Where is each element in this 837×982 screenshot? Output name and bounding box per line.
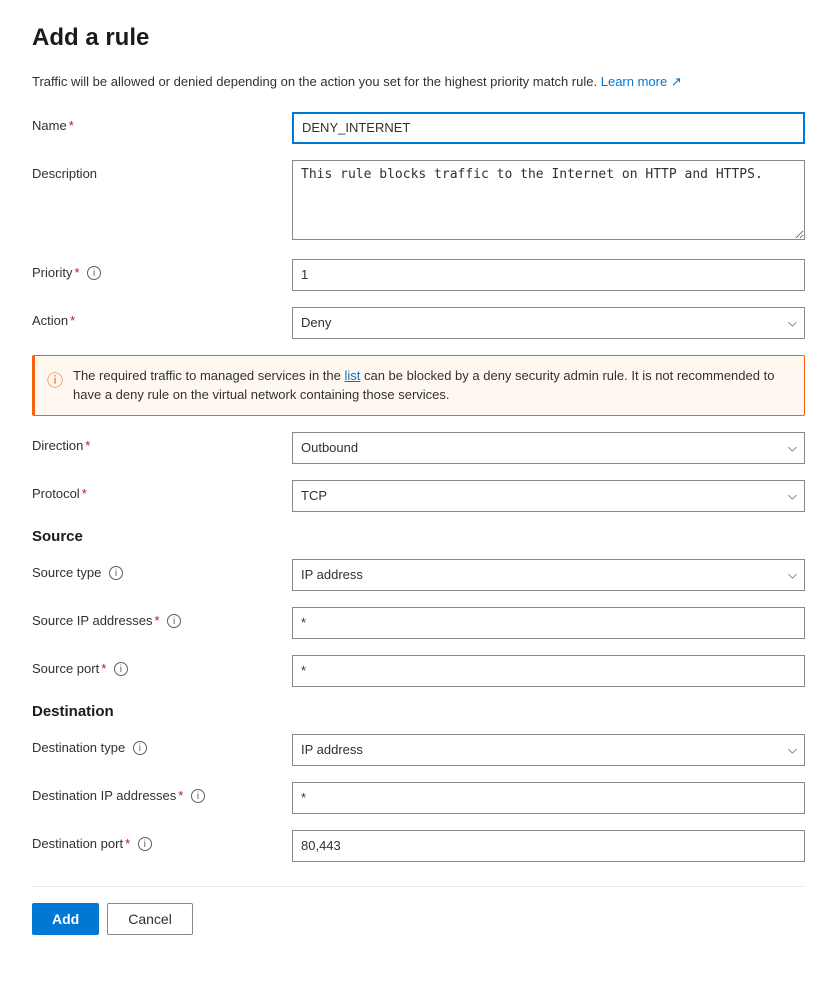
add-button[interactable]: Add — [32, 903, 99, 935]
page-description: Traffic will be allowed or denied depend… — [32, 72, 805, 92]
priority-row: Priority* i — [32, 259, 805, 291]
dest-type-select[interactable]: IP address Service Tag — [292, 734, 805, 766]
direction-field-wrapper: Inbound Outbound ⌵ — [292, 432, 805, 464]
source-type-select[interactable]: IP address Service Tag — [292, 559, 805, 591]
source-type-row: Source type i IP address Service Tag ⌵ — [32, 559, 805, 591]
bottom-actions: Add Cancel — [32, 886, 805, 935]
protocol-select[interactable]: Any TCP UDP ICMP — [292, 480, 805, 512]
name-field-wrapper — [292, 112, 805, 144]
priority-input[interactable] — [292, 259, 805, 291]
source-ip-field-wrapper — [292, 607, 805, 639]
action-row: Action* Allow Deny Always Allow ⌵ — [32, 307, 805, 339]
dest-port-field-wrapper — [292, 830, 805, 862]
name-input[interactable] — [292, 112, 805, 144]
dest-type-row: Destination type i IP address Service Ta… — [32, 734, 805, 766]
dest-type-field-wrapper: IP address Service Tag ⌵ — [292, 734, 805, 766]
source-type-field-wrapper: IP address Service Tag ⌵ — [292, 559, 805, 591]
protocol-label: Protocol* — [32, 480, 292, 501]
dest-port-input[interactable] — [292, 830, 805, 862]
action-label: Action* — [32, 307, 292, 328]
dest-port-label: Destination port* i — [32, 830, 292, 852]
dest-ip-info-icon[interactable]: i — [191, 789, 205, 803]
cancel-button[interactable]: Cancel — [107, 903, 193, 935]
source-ip-info-icon[interactable]: i — [167, 614, 181, 628]
priority-info-icon[interactable]: i — [87, 266, 101, 280]
action-select-wrapper: Allow Deny Always Allow ⌵ — [292, 307, 805, 339]
source-section-heading: Source — [32, 528, 805, 545]
protocol-row: Protocol* Any TCP UDP ICMP ⌵ — [32, 480, 805, 512]
warning-box: ⓘ The required traffic to managed servic… — [32, 355, 805, 416]
source-type-select-wrapper: IP address Service Tag ⌵ — [292, 559, 805, 591]
source-port-input[interactable] — [292, 655, 805, 687]
dest-ip-input[interactable] — [292, 782, 805, 814]
action-field-wrapper: Allow Deny Always Allow ⌵ — [292, 307, 805, 339]
description-input[interactable]: This rule blocks traffic to the Internet… — [292, 160, 805, 240]
source-port-info-icon[interactable]: i — [114, 662, 128, 676]
source-ip-label: Source IP addresses* i — [32, 607, 292, 629]
source-ip-row: Source IP addresses* i — [32, 607, 805, 639]
protocol-select-wrapper: Any TCP UDP ICMP ⌵ — [292, 480, 805, 512]
source-ip-input[interactable] — [292, 607, 805, 639]
dest-ip-field-wrapper — [292, 782, 805, 814]
warning-list-link[interactable]: list — [344, 368, 360, 383]
source-type-info-icon[interactable]: i — [109, 566, 123, 580]
page-title: Add a rule — [32, 24, 805, 52]
direction-select-wrapper: Inbound Outbound ⌵ — [292, 432, 805, 464]
name-row: Name* — [32, 112, 805, 144]
dest-port-info-icon[interactable]: i — [138, 837, 152, 851]
source-port-row: Source port* i — [32, 655, 805, 687]
dest-ip-row: Destination IP addresses* i — [32, 782, 805, 814]
warning-text: The required traffic to managed services… — [73, 366, 792, 405]
name-label: Name* — [32, 112, 292, 133]
description-field-wrapper: This rule blocks traffic to the Internet… — [292, 160, 805, 243]
source-port-label: Source port* i — [32, 655, 292, 677]
dest-type-select-wrapper: IP address Service Tag ⌵ — [292, 734, 805, 766]
direction-row: Direction* Inbound Outbound ⌵ — [32, 432, 805, 464]
learn-more-link[interactable]: Learn more ↗ — [601, 74, 682, 89]
source-port-field-wrapper — [292, 655, 805, 687]
direction-select[interactable]: Inbound Outbound — [292, 432, 805, 464]
dest-type-label: Destination type i — [32, 734, 292, 756]
priority-field-wrapper — [292, 259, 805, 291]
dest-type-info-icon[interactable]: i — [133, 741, 147, 755]
direction-label: Direction* — [32, 432, 292, 453]
priority-label: Priority* i — [32, 259, 292, 281]
action-select[interactable]: Allow Deny Always Allow — [292, 307, 805, 339]
warning-icon: ⓘ — [47, 367, 63, 391]
dest-ip-label: Destination IP addresses* i — [32, 782, 292, 804]
description-label: Description — [32, 160, 292, 181]
dest-port-row: Destination port* i — [32, 830, 805, 862]
description-row: Description This rule blocks traffic to … — [32, 160, 805, 243]
destination-section-heading: Destination — [32, 703, 805, 720]
source-type-label: Source type i — [32, 559, 292, 581]
protocol-field-wrapper: Any TCP UDP ICMP ⌵ — [292, 480, 805, 512]
